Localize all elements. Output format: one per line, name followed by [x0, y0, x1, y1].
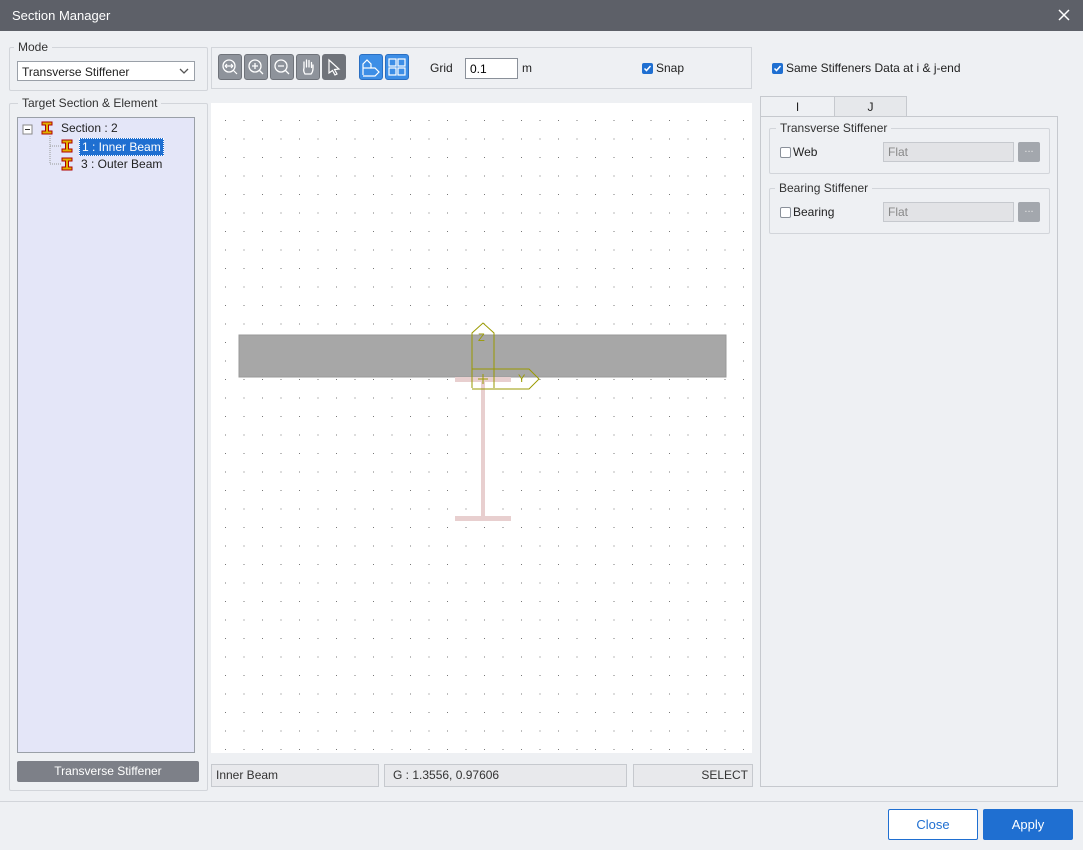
- pan-hand-icon: [303, 59, 314, 75]
- bearing-more-button: ...: [1018, 202, 1040, 222]
- status-mode: SELECT: [633, 764, 753, 787]
- grid-view-icon: [388, 58, 406, 76]
- status-element: Inner Beam: [211, 764, 379, 787]
- tab-j[interactable]: J: [834, 96, 907, 116]
- grid-unit: m: [522, 61, 532, 75]
- bearing-label: Bearing: [793, 205, 835, 219]
- select-button[interactable]: [322, 54, 346, 80]
- section-canvas[interactable]: Z Y: [211, 103, 752, 753]
- grid-input[interactable]: [465, 58, 518, 79]
- section-manager-window: Section Manager Mode Transverse Stiffene…: [0, 0, 1083, 850]
- element-ibeam-icon: [61, 157, 73, 171]
- bearing-stiffener-label: Bearing Stiffener: [775, 181, 873, 195]
- window-title: Section Manager: [12, 8, 111, 23]
- close-icon[interactable]: [1053, 4, 1075, 26]
- axis-y-label: Y: [518, 373, 526, 385]
- chevron-down-icon: [179, 68, 189, 74]
- element-ibeam-icon: [61, 139, 73, 153]
- section-view-button[interactable]: [359, 54, 383, 80]
- tab-i[interactable]: I: [760, 96, 835, 116]
- mode-select[interactable]: Transverse Stiffener: [17, 61, 195, 81]
- web-checkbox[interactable]: [780, 147, 791, 158]
- check-icon: [643, 65, 652, 72]
- same-stiffeners-label: Same Stiffeners Data at i & j-end: [786, 61, 961, 75]
- tree-item-outer-beam[interactable]: 3 : Outer Beam: [81, 156, 162, 172]
- transverse-stiffener-label: Transverse Stiffener: [776, 121, 892, 135]
- section-ibeam-icon: [41, 121, 53, 135]
- zoom-fit-button[interactable]: [218, 54, 242, 80]
- web-more-button: ...: [1018, 142, 1040, 162]
- grid-view-button[interactable]: [385, 54, 409, 80]
- mode-select-value: Transverse Stiffener: [22, 65, 130, 79]
- snap-label: Snap: [656, 61, 685, 75]
- girder-bottom-flange: [455, 516, 511, 521]
- bearing-type-field: Flat: [883, 202, 1014, 222]
- axis-z-label: Z: [478, 332, 485, 344]
- transverse-stiffener-button[interactable]: Transverse Stiffener: [17, 761, 199, 782]
- same-stiffeners-checkbox[interactable]: [772, 63, 783, 74]
- mode-label: Mode: [14, 40, 53, 54]
- status-coordinates: G : 1.3556, 0.97606: [384, 764, 627, 787]
- pan-button[interactable]: [296, 54, 320, 80]
- grid-label: Grid: [430, 61, 453, 75]
- footer-divider: [0, 801, 1083, 802]
- section-tree: Section : 2 1 : Inner Beam 3 : Outer Bea…: [17, 117, 195, 753]
- snap-checkbox[interactable]: [642, 63, 653, 74]
- bearing-checkbox[interactable]: [780, 207, 791, 218]
- select-arrow-icon: [328, 58, 341, 76]
- target-label: Target Section & Element: [18, 96, 162, 110]
- tree-expand-toggle[interactable]: [23, 125, 33, 135]
- web-label: Web: [793, 145, 818, 159]
- zoom-out-icon: [274, 59, 290, 75]
- girder-web: [481, 382, 485, 516]
- apply-button[interactable]: Apply: [983, 809, 1073, 840]
- tree-item-inner-beam[interactable]: 1 : Inner Beam: [79, 138, 164, 156]
- check-icon: [773, 65, 782, 72]
- zoom-fit-icon: [222, 59, 238, 75]
- zoom-in-icon: [248, 59, 264, 75]
- tree-root-section[interactable]: Section : 2: [61, 120, 118, 136]
- zoom-out-button[interactable]: [270, 54, 294, 80]
- zoom-in-button[interactable]: [244, 54, 268, 80]
- section-drawing: [211, 103, 752, 753]
- web-type-field: Flat: [883, 142, 1014, 162]
- close-button[interactable]: Close: [888, 809, 978, 840]
- title-bar: Section Manager: [0, 0, 1083, 31]
- section-view-icon: [362, 59, 380, 77]
